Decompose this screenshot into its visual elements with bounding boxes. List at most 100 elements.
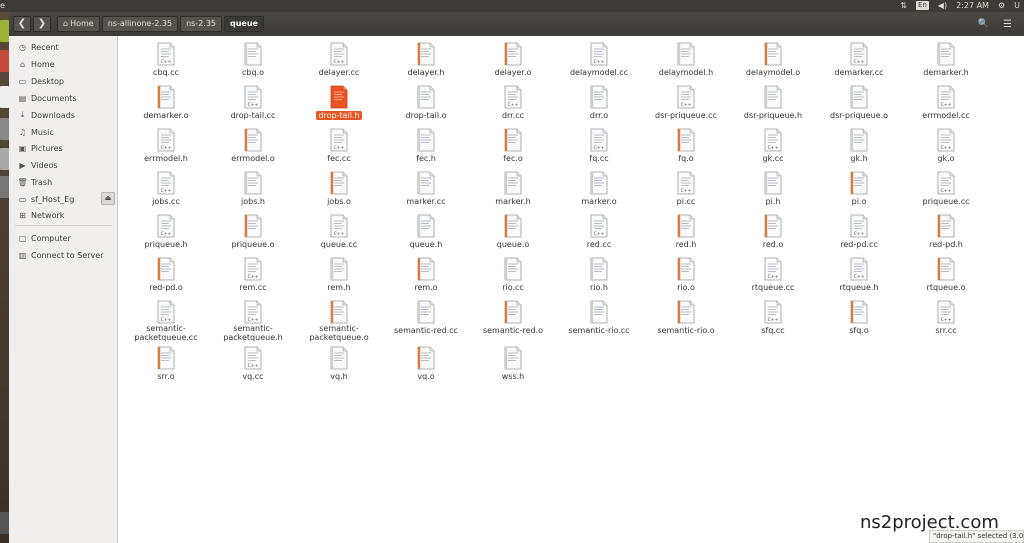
file-item[interactable]: C++ vq.cc (210, 342, 296, 384)
file-item[interactable]: red-pd.h (903, 210, 989, 252)
file-item[interactable]: C++ drop-tail.cc (210, 81, 296, 123)
sidebar-item-pictures[interactable]: ▣ Pictures (9, 140, 118, 156)
menu-icon[interactable]: ☰ (1003, 19, 1012, 30)
file-item[interactable]: marker.cc (383, 167, 469, 209)
file-item[interactable]: semantic-rio.cc (556, 296, 642, 338)
file-item[interactable]: rem.h (296, 253, 382, 295)
file-item[interactable]: dsr-priqueue.h (730, 81, 816, 123)
file-item[interactable]: C++ red.cc (556, 210, 642, 252)
breadcrumb-home[interactable]: ⌂ Home (57, 16, 100, 32)
file-item[interactable]: C++ gk.cc (730, 124, 816, 166)
file-item[interactable]: rem.o (383, 253, 469, 295)
file-item[interactable]: pi.h (730, 167, 816, 209)
file-item[interactable]: marker.o (556, 167, 642, 209)
file-item[interactable]: C++ rtqueue.cc (730, 253, 816, 295)
search-icon[interactable]: 🔍 (978, 19, 989, 29)
file-item[interactable]: drr.o (556, 81, 642, 123)
file-item[interactable]: jobs.h (210, 167, 296, 209)
file-item[interactable]: jobs.o (296, 167, 382, 209)
file-item[interactable]: C++ demarker.cc (816, 38, 902, 80)
sidebar-item-music[interactable]: ♫ Music (9, 124, 118, 140)
file-item[interactable]: C++ drr.cc (470, 81, 556, 123)
file-item[interactable]: pi.o (816, 167, 902, 209)
file-item[interactable]: delaymodel.o (730, 38, 816, 80)
file-item[interactable]: drop-tail.h (296, 81, 382, 123)
file-item[interactable]: dsr-priqueue.o (816, 81, 902, 123)
file-item[interactable]: rio.h (556, 253, 642, 295)
sidebar-item-sf-host-eg[interactable]: ▭ sf_Host_Eg ⏏ (9, 191, 118, 207)
file-item[interactable]: C++ jobs.cc (123, 167, 209, 209)
sidebar-item-trash[interactable]: 🗑 Trash (9, 174, 118, 190)
file-item[interactable]: demarker.h (903, 38, 989, 80)
file-item[interactable]: fec.h (383, 124, 469, 166)
file-item[interactable]: C++ priqueue.h (123, 210, 209, 252)
breadcrumb-ns-allinone[interactable]: ns-allinone-2.35 (101, 16, 179, 32)
launcher-app-icon[interactable] (0, 118, 9, 140)
sidebar-item-network[interactable]: ⊞ Network (9, 207, 118, 223)
file-item[interactable]: C++ delaymodel.cc (556, 38, 642, 80)
sidebar-item-desktop[interactable]: ▭ Desktop (9, 73, 118, 89)
file-item[interactable]: C++ cbq.cc (123, 38, 209, 80)
settings-icon[interactable]: ⚙ (998, 1, 1005, 10)
file-item[interactable]: C++ semantic- packetqueue.h (210, 296, 296, 342)
file-item[interactable]: C++ rem.cc (210, 253, 296, 295)
user-indicator[interactable]: U (1014, 1, 1020, 10)
file-item[interactable]: C++ semantic- packetqueue.cc (123, 296, 209, 342)
file-item[interactable]: C++ gk.o (903, 124, 989, 166)
file-item[interactable]: marker.h (470, 167, 556, 209)
file-item[interactable]: C++ sfq.cc (730, 296, 816, 338)
file-item[interactable]: delayer.o (470, 38, 556, 80)
file-item[interactable]: rio.o (643, 253, 729, 295)
network-indicator-icon[interactable]: ⇅ (900, 1, 907, 10)
sidebar-item-downloads[interactable]: ⤓ Downloads (9, 107, 118, 123)
file-item[interactable]: C++ fq.cc (556, 124, 642, 166)
launcher-app-icon[interactable] (0, 50, 9, 72)
file-item[interactable]: C++ priqueue.cc (903, 167, 989, 209)
file-item[interactable]: C++ delayer.cc (296, 38, 382, 80)
eject-icon[interactable]: ⏏ (101, 192, 115, 205)
file-item[interactable]: gk.h (816, 124, 902, 166)
file-item[interactable]: C++ errmodel.h (123, 124, 209, 166)
file-item[interactable]: C++ srr.cc (903, 296, 989, 338)
file-item[interactable]: C++ red-pd.cc (816, 210, 902, 252)
file-item[interactable]: rio.cc (470, 253, 556, 295)
file-item[interactable]: errmodel.o (210, 124, 296, 166)
file-item[interactable]: sfq.o (816, 296, 902, 338)
file-item[interactable]: vq.o (383, 342, 469, 384)
clock[interactable]: 2:27 AM (956, 1, 989, 10)
file-item[interactable]: C++ rtqueue.h (816, 253, 902, 295)
sidebar-item-recent[interactable]: ◷ Recent (9, 39, 118, 55)
file-item[interactable]: semantic-red.o (470, 296, 556, 338)
launcher-app-icon[interactable] (0, 148, 9, 170)
sidebar-item-connect-to-server[interactable]: ▥ Connect to Server (9, 247, 118, 263)
file-item[interactable]: fq.o (643, 124, 729, 166)
file-item[interactable]: red.o (730, 210, 816, 252)
file-item[interactable]: rtqueue.o (903, 253, 989, 295)
file-item[interactable]: cbq.o (210, 38, 296, 80)
file-item[interactable]: C++ dsr-priqueue.cc (643, 81, 729, 123)
file-item[interactable]: delayer.h (383, 38, 469, 80)
file-item[interactable]: priqueue.o (210, 210, 296, 252)
file-item[interactable]: vq.h (296, 342, 382, 384)
file-item[interactable]: fec.o (470, 124, 556, 166)
file-item[interactable]: drop-tail.o (383, 81, 469, 123)
sidebar-item-documents[interactable]: ▤ Documents (9, 90, 118, 106)
file-item[interactable]: delaymodel.h (643, 38, 729, 80)
file-item[interactable]: C++ fec.cc (296, 124, 382, 166)
file-item[interactable]: C++ queue.cc (296, 210, 382, 252)
sidebar-item-home[interactable]: ⌂ Home (9, 56, 118, 72)
sidebar-item-videos[interactable]: ▶ Videos (9, 157, 118, 173)
launcher-app-icon[interactable] (0, 86, 9, 108)
launcher-app-icon[interactable] (0, 176, 9, 198)
breadcrumb-queue[interactable]: queue (224, 16, 264, 32)
file-item[interactable]: queue.h (383, 210, 469, 252)
file-item[interactable]: C++ errmodel.cc (903, 81, 989, 123)
file-item[interactable]: semantic-rio.o (643, 296, 729, 338)
forward-button[interactable]: ❯ (33, 16, 51, 32)
file-item[interactable]: demarker.o (123, 81, 209, 123)
file-item[interactable]: srr.o (123, 342, 209, 384)
file-item[interactable]: queue.o (470, 210, 556, 252)
file-item[interactable]: wss.h (470, 342, 556, 384)
file-item[interactable]: semantic- packetqueue.o (296, 296, 382, 342)
launcher-app-icon[interactable] (0, 512, 9, 534)
